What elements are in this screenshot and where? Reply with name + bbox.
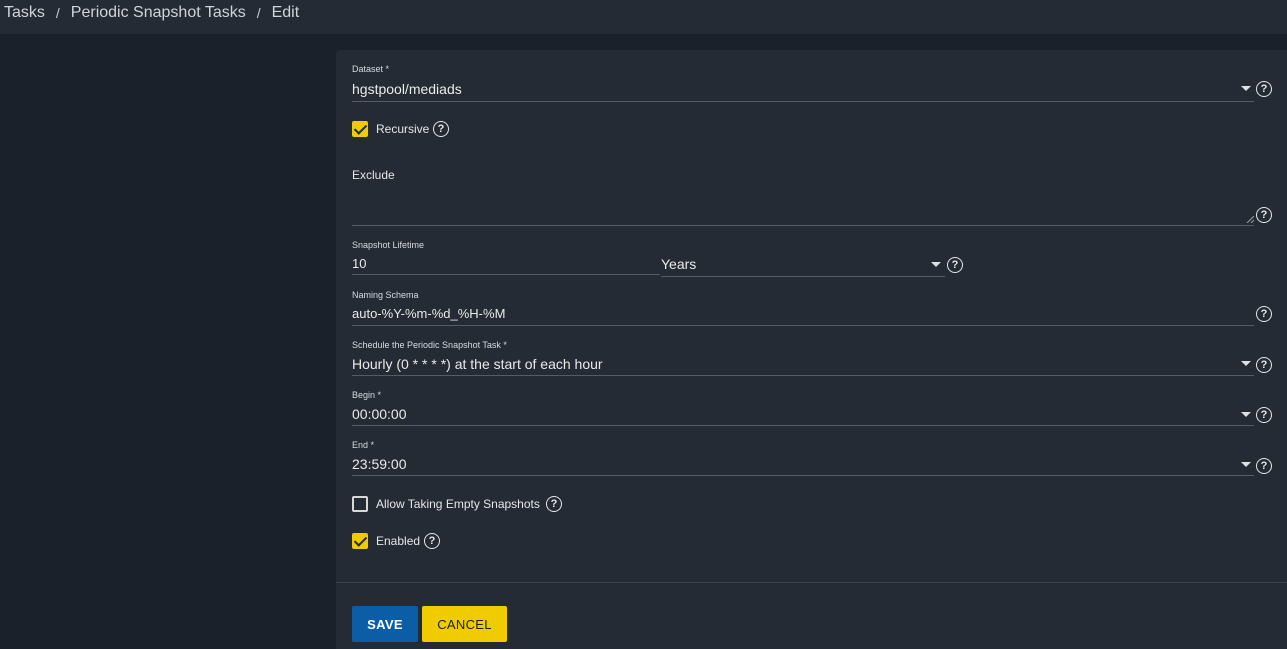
lifetime-underline [352,274,660,275]
schedule-underline [352,375,1254,376]
exclude-underline [352,225,1254,226]
breadcrumb: Tasks / Periodic Snapshot Tasks / Edit [4,4,299,22]
enabled-checkbox[interactable] [352,533,368,549]
dataset-underline [352,101,1254,102]
lifetime-help-icon[interactable]: ? [947,257,963,273]
schedule-field[interactable]: Schedule the Periodic Snapshot Task * Ho… [352,340,603,373]
end-value[interactable]: 23:59:00 [352,455,407,473]
naming-schema-value[interactable]: auto-%Y-%m-%d_%H-%M [352,305,505,323]
recursive-help-icon[interactable]: ? [433,121,449,137]
breadcrumb-separator: / [256,5,261,21]
breadcrumb-tasks[interactable]: Tasks [4,4,45,22]
naming-schema-label: Naming Schema [352,290,419,300]
form-divider [336,582,1287,583]
dataset-dropdown-arrow-icon[interactable] [1241,86,1251,91]
begin-help-icon[interactable]: ? [1256,407,1272,423]
end-field[interactable]: End * 23:59:00 [352,440,407,473]
snapshot-task-form: Dataset * hgstpool/mediads ? Recursive ?… [336,50,1287,649]
lifetime-unit-select[interactable]: Years [661,255,696,273]
cancel-button[interactable]: CANCEL [422,606,507,642]
schedule-help-icon[interactable]: ? [1256,357,1272,373]
breadcrumb-periodic-snapshot-tasks[interactable]: Periodic Snapshot Tasks [71,4,246,22]
allow-empty-snapshots-checkbox[interactable] [352,496,368,512]
recursive-label: Recursive [376,122,430,136]
dataset-field[interactable]: Dataset * hgstpool/mediads [352,64,462,98]
begin-label: Begin * [352,390,382,400]
lifetime-unit-dropdown-arrow-icon[interactable] [931,262,941,267]
dataset-value[interactable]: hgstpool/mediads [352,80,462,98]
exclude-textarea[interactable] [352,186,1254,224]
allow-empty-snapshots-label: Allow Taking Empty Snapshots [376,497,540,511]
schedule-value[interactable]: Hourly (0 * * * *) at the start of each … [352,355,603,373]
allow-empty-snapshots-help-icon[interactable]: ? [546,496,562,512]
recursive-checkbox[interactable] [352,121,368,137]
naming-schema-field[interactable]: Naming Schema auto-%Y-%m-%d_%H-%M [352,290,505,323]
naming-schema-help-icon[interactable]: ? [1256,306,1272,322]
dataset-label: Dataset * [352,64,390,74]
breadcrumb-separator: / [55,5,60,21]
enabled-label: Enabled [376,534,421,548]
lifetime-unit-underline [661,276,945,277]
exclude-help-icon[interactable]: ? [1256,207,1272,223]
begin-dropdown-arrow-icon[interactable] [1241,412,1251,417]
lifetime-field[interactable]: Snapshot Lifetime 10 [352,240,424,273]
end-dropdown-arrow-icon[interactable] [1241,462,1251,467]
resize-handle-icon[interactable] [1246,215,1254,223]
schedule-label: Schedule the Periodic Snapshot Task * [352,340,507,350]
top-bar: Tasks / Periodic Snapshot Tasks / Edit [0,0,1287,35]
lifetime-value[interactable]: 10 [352,255,424,273]
save-button[interactable]: SAVE [352,606,418,642]
lifetime-label: Snapshot Lifetime [352,240,425,250]
begin-value[interactable]: 00:00:00 [352,405,407,423]
begin-field[interactable]: Begin * 00:00:00 [352,390,407,423]
enabled-help-icon[interactable]: ? [424,533,440,549]
dataset-help-icon[interactable]: ? [1256,81,1272,97]
end-help-icon[interactable]: ? [1256,458,1272,474]
end-label: End * [352,440,375,450]
end-underline [352,475,1254,476]
exclude-label: Exclude [352,168,395,182]
breadcrumb-edit: Edit [271,4,300,21]
naming-schema-underline [352,325,1254,326]
begin-underline [352,425,1254,426]
schedule-dropdown-arrow-icon[interactable] [1241,361,1251,366]
